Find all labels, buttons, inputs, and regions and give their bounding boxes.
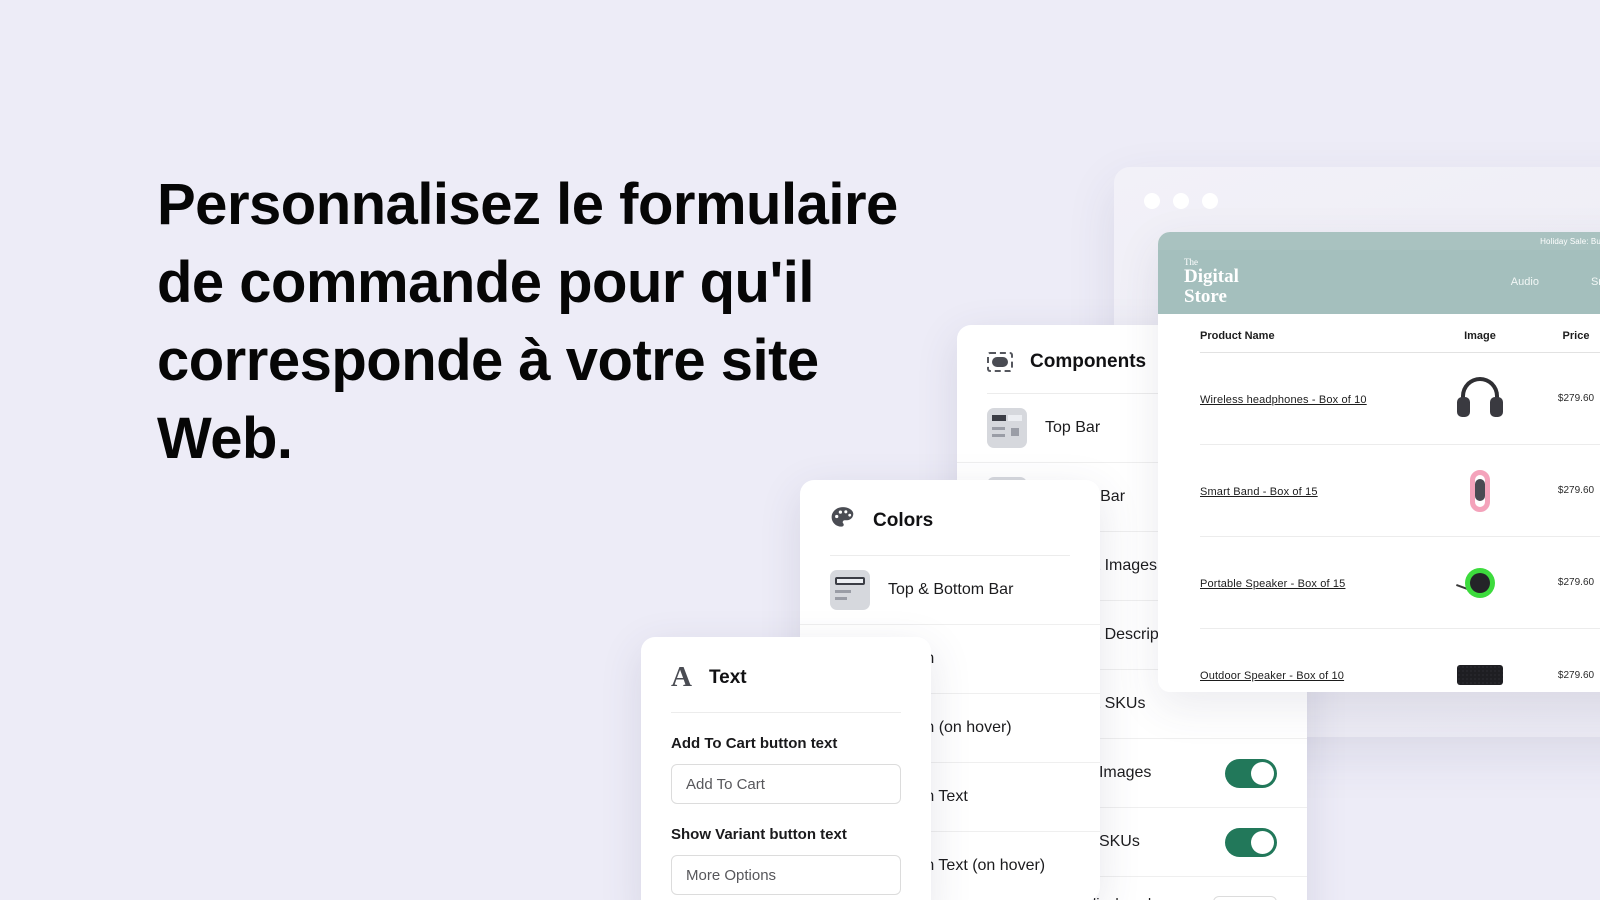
window-minimize-dot[interactable] bbox=[1173, 193, 1189, 209]
store-logo-line3: Store bbox=[1184, 285, 1227, 307]
column-header-price: Price bbox=[1562, 330, 1590, 342]
components-item-label: Top Bar bbox=[1045, 419, 1101, 436]
product-price: $279.60 bbox=[1557, 485, 1595, 496]
top-bar-thumbnail bbox=[987, 408, 1027, 448]
window-traffic-lights bbox=[1144, 193, 1218, 209]
product-name-link[interactable]: Outdoor Speaker - Box of 10 bbox=[1200, 669, 1344, 684]
nav-link-audio[interactable]: Audio bbox=[1511, 276, 1539, 288]
promo-banner-text: Holiday Sale: Buy 2 or more & SAVE 50%. … bbox=[1540, 236, 1600, 246]
colors-panel-title: Colors bbox=[873, 509, 934, 531]
window-maximize-dot[interactable] bbox=[1202, 193, 1218, 209]
column-header-image: Image bbox=[1464, 330, 1496, 342]
product-price: $279.60 bbox=[1557, 577, 1595, 588]
nav-link-smart-devices[interactable]: Smart Devices bbox=[1591, 276, 1600, 288]
product-name-link[interactable]: Smart Band - Box of 15 bbox=[1200, 485, 1318, 500]
product-table-header: Product Name Image Price Quantity bbox=[1200, 314, 1600, 353]
store-navbar: The Digital Store Audio Smart Devices Sm… bbox=[1158, 250, 1600, 314]
component-icon bbox=[987, 352, 1013, 372]
promo-banner: Holiday Sale: Buy 2 or more & SAVE 50%. … bbox=[1158, 232, 1600, 250]
store-nav-links: Audio Smart Devices Smart Devices bbox=[1511, 276, 1600, 288]
product-name-link[interactable]: Portable Speaker - Box of 15 bbox=[1200, 577, 1345, 592]
window-close-dot[interactable] bbox=[1144, 193, 1160, 209]
table-row: Outdoor Speaker - Box of 10 $279.60 - bbox=[1200, 629, 1600, 692]
text-panel-title: Text bbox=[708, 666, 747, 688]
variant-skus-toggle[interactable] bbox=[1225, 827, 1277, 857]
text-panel-header: A Text bbox=[641, 637, 931, 712]
variant-images-toggle[interactable] bbox=[1225, 758, 1277, 788]
top-bottom-bar-thumbnail bbox=[830, 570, 870, 610]
outdoor-speaker-thumbnail bbox=[1454, 649, 1506, 692]
column-header-product-name: Product Name bbox=[1200, 330, 1275, 342]
store-preview-card: Holiday Sale: Buy 2 or more & SAVE 50%. … bbox=[1158, 232, 1600, 692]
colors-panel-header: Colors bbox=[800, 480, 1100, 555]
product-price: $279.60 bbox=[1557, 669, 1595, 681]
table-row: Portable Speaker - Box of 15 $279.60 - bbox=[1200, 537, 1600, 629]
add-to-cart-field-label: Add To Cart button text bbox=[671, 735, 838, 752]
colors-item-top-bottom-bar[interactable]: Top & Bottom Bar bbox=[800, 556, 1100, 625]
letter-a-icon: A bbox=[671, 661, 692, 693]
products-per-page-input[interactable]: 40px bbox=[1213, 896, 1277, 900]
show-variant-text-input[interactable]: More Options bbox=[671, 855, 901, 895]
palette-icon bbox=[830, 506, 856, 535]
smart-band-thumbnail bbox=[1454, 465, 1506, 517]
store-logo[interactable]: The Digital Store bbox=[1184, 257, 1239, 307]
add-to-cart-text-input[interactable]: Add To Cart bbox=[671, 764, 901, 804]
show-variant-field-label: Show Variant button text bbox=[671, 826, 847, 843]
product-table: Product Name Image Price Quantity Wirele… bbox=[1158, 314, 1600, 692]
headphones-thumbnail bbox=[1454, 373, 1506, 425]
page-headline: Personnalisez le formulaire de commande … bbox=[157, 172, 898, 471]
text-panel: A Text Add To Cart button text Add To Ca… bbox=[641, 637, 931, 900]
portable-speaker-thumbnail bbox=[1454, 557, 1506, 609]
product-price: $279.60 bbox=[1557, 393, 1595, 404]
divider bbox=[671, 712, 901, 713]
components-panel-title: Components bbox=[1030, 351, 1147, 372]
product-name-link[interactable]: Wireless headphones - Box of 10 bbox=[1200, 393, 1367, 408]
table-row: Smart Band - Box of 15 $279.60 - bbox=[1200, 445, 1600, 537]
colors-item-label: Top & Bottom Bar bbox=[888, 581, 1014, 598]
table-row: Wireless headphones - Box of 10 $279.60 … bbox=[1200, 353, 1600, 445]
store-logo-line2: Digital bbox=[1184, 266, 1239, 288]
